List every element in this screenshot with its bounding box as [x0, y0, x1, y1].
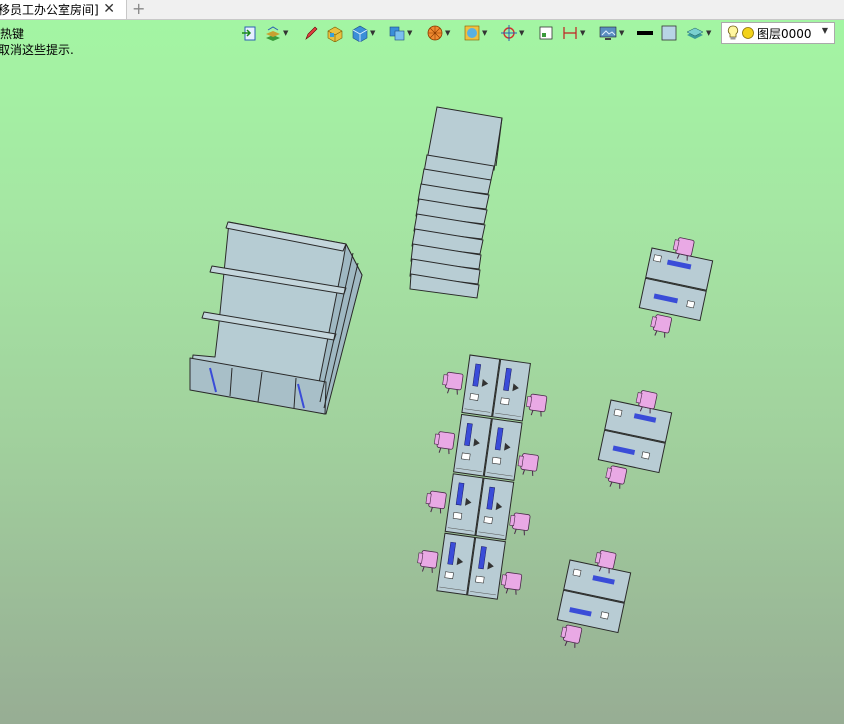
render-button[interactable]: ▼	[463, 22, 487, 44]
document-tab-label: 移员工办公室房间]	[0, 3, 99, 17]
close-icon[interactable]: ✕	[103, 0, 115, 19]
render-icon	[464, 25, 480, 41]
pen-button[interactable]	[302, 22, 320, 44]
box-color-button[interactable]	[326, 22, 344, 44]
hint-dismiss[interactable]: 取消这些提示.	[0, 41, 74, 58]
fill-color-button[interactable]	[660, 22, 678, 44]
screen-icon	[599, 26, 617, 40]
layer-stack-icon	[686, 27, 704, 39]
screen-button[interactable]: ▼	[598, 22, 624, 44]
hint-hotkey: 热键	[0, 27, 25, 41]
target-icon	[501, 25, 517, 41]
wheel-icon	[427, 25, 443, 41]
tab-bar: 移员工办公室房间] ✕ +	[0, 0, 844, 20]
cube-button[interactable]: ▼	[351, 22, 375, 44]
layer-select[interactable]: 图层0000 ▼	[721, 22, 835, 44]
wheel-button[interactable]: ▼	[426, 22, 450, 44]
copy-cube-icon	[389, 26, 405, 41]
line-color-button[interactable]	[636, 22, 654, 44]
workstation-bench[interactable]	[414, 352, 551, 602]
layer-name: 图层0000	[757, 26, 812, 41]
dimension-icon	[563, 27, 577, 39]
workstation-pod-3[interactable]	[552, 544, 634, 656]
box-color-icon	[327, 26, 343, 42]
open-door-icon	[242, 26, 256, 41]
dimension-button[interactable]: ▼	[561, 22, 585, 44]
stack-button[interactable]: ▼	[264, 22, 288, 44]
layer-stack-button[interactable]: ▼	[685, 22, 711, 44]
sun-icon[interactable]	[741, 26, 755, 40]
target-button[interactable]: ▼	[500, 22, 524, 44]
staircase[interactable]	[409, 106, 503, 299]
document-tab[interactable]: 移员工办公室房间] ✕	[0, 0, 127, 19]
workstation-pod-1[interactable]	[634, 232, 716, 344]
filing-cabinet[interactable]	[189, 221, 363, 415]
frame-button[interactable]	[537, 22, 555, 44]
open-door-button[interactable]	[240, 22, 258, 44]
chevron-down-icon[interactable]: ▼	[822, 26, 828, 35]
workstation-pod-2[interactable]	[593, 384, 675, 496]
bulb-icon[interactable]	[726, 25, 740, 41]
copy-cube-button[interactable]: ▼	[388, 22, 412, 44]
cube-icon	[352, 25, 368, 42]
fill-color-icon	[661, 25, 677, 41]
stack-icon	[266, 26, 280, 41]
frame-icon	[539, 26, 553, 40]
line-color-icon	[637, 31, 653, 35]
model-viewport[interactable]	[0, 0, 844, 724]
pen-icon	[305, 26, 318, 40]
new-tab-button[interactable]: +	[132, 0, 145, 18]
